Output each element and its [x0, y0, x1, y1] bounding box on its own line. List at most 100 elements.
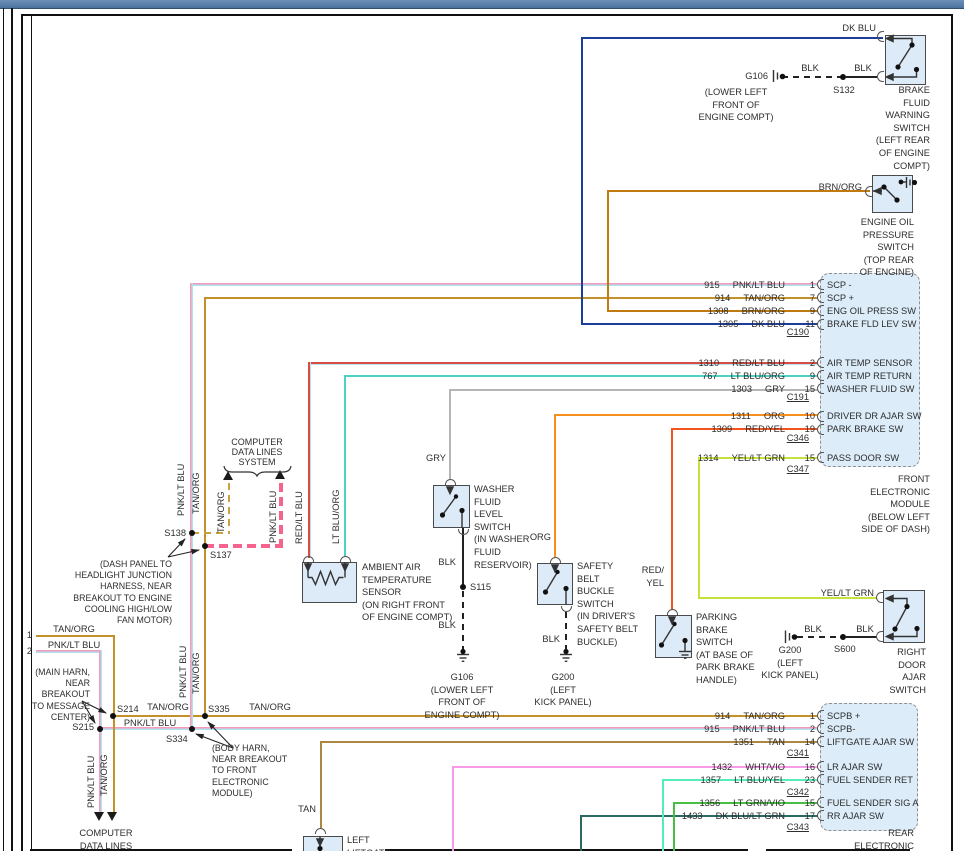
pin-arc — [817, 797, 824, 808]
splice-label-s215: S215 — [66, 721, 94, 734]
wire-color: ORG — [764, 411, 785, 421]
right-door-ajar-switch-box — [883, 590, 925, 643]
module-pin-function: PASS DOOR SW — [827, 451, 919, 464]
data-line-arrow-icon — [223, 471, 233, 480]
pin-arc — [817, 370, 824, 381]
connector-label-c343: C343 — [764, 822, 809, 832]
module-pin-function: SCPB + — [827, 709, 919, 722]
module-pin-function: RR AJAR SW — [827, 809, 919, 822]
splice-s334 — [189, 726, 195, 732]
fem-c346-pin-rows: 1311ORG101309RED/YEL19 — [608, 410, 824, 436]
wire-org-vert — [554, 414, 556, 557]
module-label-fem: FRONT ELECTRONIC MODULE (BELOW LEFT SIDE… — [838, 473, 930, 536]
pin-number: 9 — [785, 306, 815, 316]
wire-color: RED/YEL — [745, 424, 785, 434]
wire-color: BRN/ORG — [742, 306, 785, 316]
wire-label-pnk-vert: PNK/LT BLU — [176, 452, 188, 516]
parking-brake-switch-box — [655, 615, 692, 658]
fem-c190-pin-rows: 915PNK/LT BLU1914TAN/ORG71308BRN/ORG9130… — [608, 278, 824, 331]
splice-label-s115: S115 — [470, 581, 504, 594]
pin-arc — [817, 452, 824, 463]
wire-tan-org-dashed-vert — [228, 483, 230, 533]
pin-arc — [817, 305, 824, 316]
wire-red-lt-blu-vert — [308, 362, 311, 558]
ambient-air-temp-sensor-box — [302, 562, 357, 603]
splice-label-s138: S138 — [154, 527, 186, 540]
connector-pin-row: 1311ORG10 — [608, 410, 824, 423]
circuit-number: 1433 — [682, 811, 703, 821]
fem-c190-functions: SCP -SCP +ENG OIL PRESS SWBRAKE FLD LEV … — [827, 278, 919, 331]
pin-arc — [817, 292, 824, 303]
fem-c347-functions: PASS DOOR SW — [827, 451, 919, 464]
module-pin-function: PARK BRAKE SW — [827, 423, 919, 436]
component-label-brake-fluid-switch: BRAKE FLUID WARNING SWITCH (LEFT REAR OF… — [856, 84, 930, 172]
wire-label-pnk-mid: PNK/LT BLU — [122, 717, 178, 730]
wire-blk-dashed-safety — [565, 612, 567, 649]
window-top-bar — [0, 0, 964, 9]
computer-data-lines-label: COMPUTER DATA LINES — [60, 827, 152, 851]
wire-label-tan-left-vert: TAN/ORG — [99, 744, 111, 796]
frame-top-border — [21, 14, 952, 16]
circuit-number: 915 — [704, 724, 720, 734]
wire-tan-org-left-vert — [113, 635, 115, 813]
pin-number: 7 — [785, 293, 815, 303]
circuit-number: 1309 — [712, 424, 733, 434]
computer-data-lines-system-label: COMPUTER DATA LINES SYSTEM — [214, 437, 300, 467]
harness-note-body-harn: (BODY HARN, NEAR BREAKOUT TO FRONT ELECT… — [212, 743, 296, 799]
wire-color: LT BLU/YEL — [734, 775, 785, 785]
pin-number: 1 — [785, 280, 815, 290]
wire-color: TAN — [767, 737, 785, 747]
wire-label-blk: BLK — [794, 62, 826, 75]
wire-blk-door — [846, 636, 877, 638]
connector-pin-row: 1433DK BLU/LT GRN17 — [608, 809, 824, 822]
page-edge-line — [3, 8, 4, 851]
pin-arc — [445, 479, 456, 485]
circuit-number: 767 — [702, 371, 718, 381]
ground-label-g200-right: G200 (LEFT KICK PANEL) — [748, 644, 832, 682]
data-line-arrow-icon — [94, 812, 104, 821]
pin-arc — [817, 411, 824, 422]
data-line-arrow-icon — [275, 470, 285, 479]
splice-label-s335: S335 — [208, 703, 242, 716]
wire-color: PNK/LT BLU — [733, 724, 785, 734]
pin-arc — [877, 31, 884, 42]
wire-dk-blu-vert — [581, 37, 583, 325]
pin-arc — [817, 736, 824, 747]
wire-tan-org-vert — [204, 297, 206, 717]
wire-blk-dashed-g200 — [797, 636, 842, 638]
pin-number: 9 — [785, 371, 815, 381]
pin-arc — [315, 828, 326, 834]
splice-label-s137: S137 — [210, 549, 244, 562]
module-pin-function: AIR TEMP RETURN — [827, 369, 919, 382]
module-pin-function: FUEL SENDER RET — [827, 773, 919, 786]
fem-c347-pin-rows: 1314YEL/LT GRN15 — [608, 451, 824, 464]
circuit-number: 1357 — [700, 775, 721, 785]
rem-c343-functions: FUEL SENDER SIG ARR AJAR SW — [827, 796, 919, 822]
pin-arc — [817, 774, 824, 785]
connector-pin-row: 1308 BRN/ORG9 — [608, 304, 824, 317]
wire-label-tan-vert2: TAN/ORG — [191, 646, 203, 694]
circuit-number: 1311 — [731, 411, 751, 421]
ground-label-g106: G106 (LOWER LEFT FRONT OF ENGINE COMPT) — [412, 671, 512, 721]
pin-arc — [817, 810, 824, 821]
circuit-number: 1308 — [708, 306, 729, 316]
wire-pnk-dashed — [205, 544, 283, 548]
wire-dk-blu-lt-grn-vert — [580, 815, 582, 851]
wire-label-red-yel: RED/ YEL — [632, 564, 664, 589]
pin-arc — [877, 71, 884, 82]
frame-left-inner-border — [31, 14, 32, 851]
pin-number: 23 — [785, 775, 815, 785]
wire-label-tan-org-mid: TAN/ORG — [144, 701, 192, 714]
ground-label-g200: G200 (LEFT KICK PANEL) — [518, 671, 608, 709]
ground-location-g106: (LOWER LEFT FRONT OF ENGINE COMPT) — [690, 86, 782, 124]
wire-dk-blu — [581, 37, 883, 39]
connector-pin-row: 1356LT GRN/VIO15 — [608, 796, 824, 809]
circuit-number: 914 — [715, 293, 731, 303]
wire-label-pnk-in: PNK/LT BLU — [40, 639, 108, 652]
wire-label-blk: BLK — [428, 556, 456, 569]
pin-number: 15 — [785, 453, 815, 463]
pin-arc — [865, 186, 872, 197]
connector-pin-row: 914TAN/ORG7 — [608, 291, 824, 304]
circuit-number: 1351 — [733, 737, 754, 747]
wire-label-pnk-left-vert: PNK/LT BLU — [86, 748, 98, 808]
